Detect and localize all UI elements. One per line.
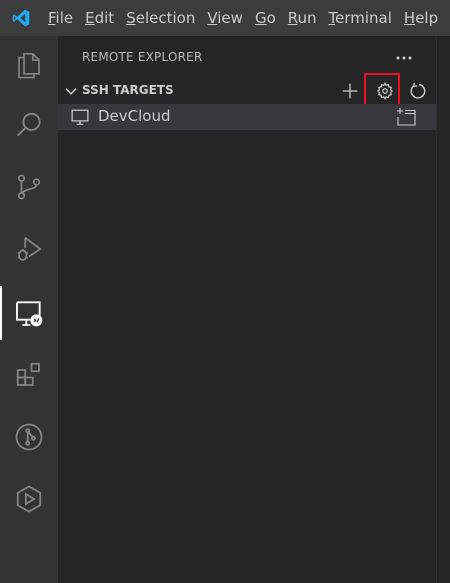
live-share-icon[interactable] bbox=[0, 470, 58, 528]
section-title: SSH TARGETS bbox=[82, 83, 174, 97]
activity-bar bbox=[0, 36, 58, 583]
ssh-target-item[interactable]: DevCloud bbox=[58, 104, 436, 130]
panel-title: REMOTE EXPLORER bbox=[82, 50, 203, 64]
menu-help[interactable]: Help bbox=[398, 0, 444, 36]
source-control-icon[interactable] bbox=[0, 158, 58, 216]
more-actions-icon[interactable] bbox=[392, 46, 416, 70]
vscode-logo-icon bbox=[0, 0, 42, 36]
run-debug-icon[interactable] bbox=[0, 220, 58, 278]
menu-selection[interactable]: Selection bbox=[120, 0, 201, 36]
scrollbar[interactable] bbox=[436, 36, 450, 583]
chevron-down-icon[interactable] bbox=[62, 82, 80, 100]
menu-go[interactable]: Go bbox=[249, 0, 282, 36]
search-icon[interactable] bbox=[0, 96, 58, 154]
remote-explorer-icon[interactable] bbox=[0, 284, 58, 342]
ssh-target-label: DevCloud bbox=[98, 107, 171, 125]
refresh-icon[interactable] bbox=[405, 80, 431, 102]
git-graph-icon[interactable] bbox=[0, 408, 58, 466]
explorer-icon[interactable] bbox=[0, 36, 58, 94]
menu-view[interactable]: View bbox=[201, 0, 249, 36]
extensions-icon[interactable] bbox=[0, 346, 58, 404]
menu-edit[interactable]: Edit bbox=[79, 0, 120, 36]
remote-explorer-panel: REMOTE EXPLORER SSH TARGETS DevCloud bbox=[58, 36, 436, 583]
menu-bar: File Edit Selection View Go Run Terminal… bbox=[0, 0, 450, 36]
connect-in-new-window-icon[interactable] bbox=[395, 107, 417, 127]
add-icon[interactable] bbox=[337, 80, 363, 102]
menu-file[interactable]: File bbox=[42, 0, 79, 36]
menu-terminal[interactable]: Terminal bbox=[323, 0, 398, 36]
monitor-icon bbox=[71, 109, 89, 125]
menu-run[interactable]: Run bbox=[282, 0, 323, 36]
